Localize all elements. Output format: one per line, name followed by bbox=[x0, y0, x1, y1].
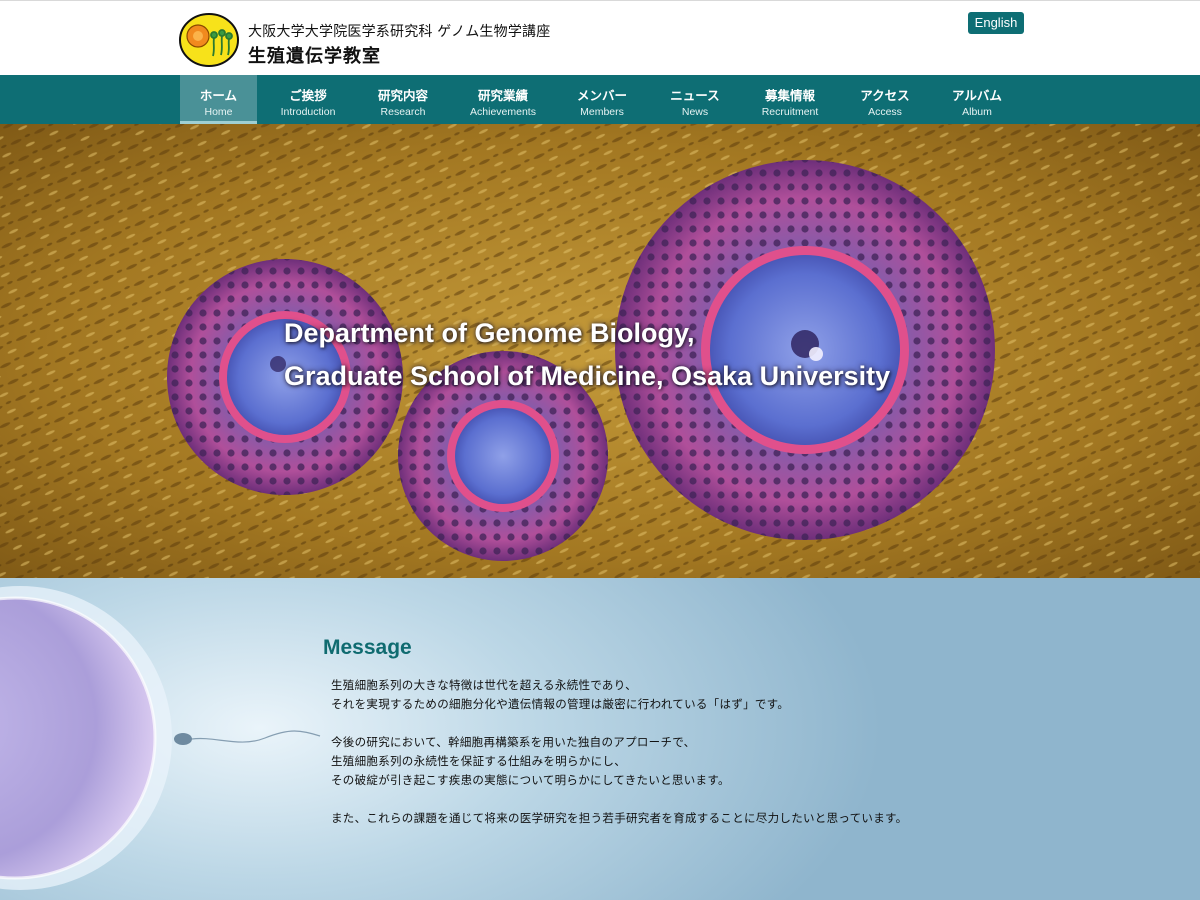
nav-item-introduction[interactable]: ご挨拶 Introduction bbox=[266, 75, 350, 124]
nav-item-label: アクセス bbox=[860, 88, 910, 103]
lab-name: 生殖遺伝学教室 bbox=[248, 46, 381, 67]
nav-item-home[interactable]: ホーム Home bbox=[180, 75, 257, 124]
message-section: Message 生殖細胞系列の大きな特徴は世代を超える永続性であり、 それを実現… bbox=[0, 578, 1200, 900]
nav-item-sublabel: Access bbox=[868, 106, 902, 118]
message-line: それを実現するための細胞分化や遺伝情報の管理は厳密に行われている「はず」です。 bbox=[331, 697, 790, 711]
university-department-name: 大阪大学大学院医学系研究科 ゲノム生物学講座 bbox=[248, 24, 551, 40]
nav-item-label: ホーム bbox=[199, 88, 238, 103]
message-line: 生殖細胞系列の永続性を保証する仕組みを明らかにし、 bbox=[331, 754, 626, 768]
nav-item-album[interactable]: アルバム Album bbox=[938, 75, 1016, 124]
nav-item-achievements[interactable]: 研究業績 Achievements bbox=[456, 75, 550, 124]
message-line: また、これらの課題を通じて将来の医学研究を担う若手研究者を育成することに尽力した… bbox=[331, 811, 908, 825]
nav-item-label: 研究内容 bbox=[377, 88, 428, 103]
message-line: 今後の研究において、幹細胞再構築系を用いた独自のアプローチで、 bbox=[331, 735, 696, 749]
english-language-button[interactable]: English bbox=[968, 12, 1024, 34]
hero-title-line-1: Department of Genome Biology, bbox=[284, 318, 695, 348]
hero-title-line-2: Graduate School of Medicine, Osaka Unive… bbox=[284, 361, 891, 391]
nav-item-label: ニュース bbox=[670, 88, 720, 103]
nav-item-recruitment[interactable]: 募集情報 Recruitment bbox=[748, 75, 832, 124]
message-line: その破綻が引き起こす疾患の実態について明らかにしてきたいと思います。 bbox=[331, 773, 730, 787]
nav-item-sublabel: Research bbox=[380, 106, 426, 118]
message-body: 生殖細胞系列の大きな特徴は世代を超える永続性であり、 それを実現するための細胞分… bbox=[331, 676, 907, 828]
site-header: 大阪大学大学院医学系研究科 ゲノム生物学講座 生殖遺伝学教室 English bbox=[0, 0, 1200, 75]
message-heading: Message bbox=[323, 636, 412, 659]
hero-title: Department of Genome Biology, Graduate S… bbox=[284, 312, 890, 398]
lab-logo-icon[interactable] bbox=[178, 12, 240, 68]
nav-item-sublabel: Album bbox=[962, 106, 992, 118]
main-navigation: ホーム Home ご挨拶 Introduction 研究内容 Research … bbox=[0, 75, 1200, 124]
nav-item-members[interactable]: メンバー Members bbox=[562, 75, 642, 124]
nav-item-sublabel: Members bbox=[580, 106, 624, 118]
nav-item-news[interactable]: ニュース News bbox=[656, 75, 734, 124]
nav-item-label: メンバー bbox=[576, 88, 627, 103]
nav-item-sublabel: Home bbox=[204, 106, 233, 118]
hero-banner: Department of Genome Biology, Graduate S… bbox=[0, 124, 1200, 578]
nav-item-label: ご挨拶 bbox=[289, 88, 327, 103]
nav-item-sublabel: News bbox=[681, 106, 709, 118]
nav-item-sublabel: Introduction bbox=[280, 106, 336, 118]
nav-item-sublabel: Recruitment bbox=[761, 106, 819, 118]
nav-item-label: アルバム bbox=[952, 88, 1002, 103]
nav-item-access[interactable]: アクセス Access bbox=[846, 75, 924, 124]
nav-item-label: 研究業績 bbox=[477, 88, 528, 103]
nav-item-research[interactable]: 研究内容 Research bbox=[360, 75, 446, 124]
nav-item-sublabel: Achievements bbox=[470, 106, 536, 118]
sperm-icon bbox=[174, 733, 192, 745]
message-line: 生殖細胞系列の大きな特徴は世代を超える永続性であり、 bbox=[331, 678, 637, 692]
nav-item-label: 募集情報 bbox=[764, 88, 815, 103]
